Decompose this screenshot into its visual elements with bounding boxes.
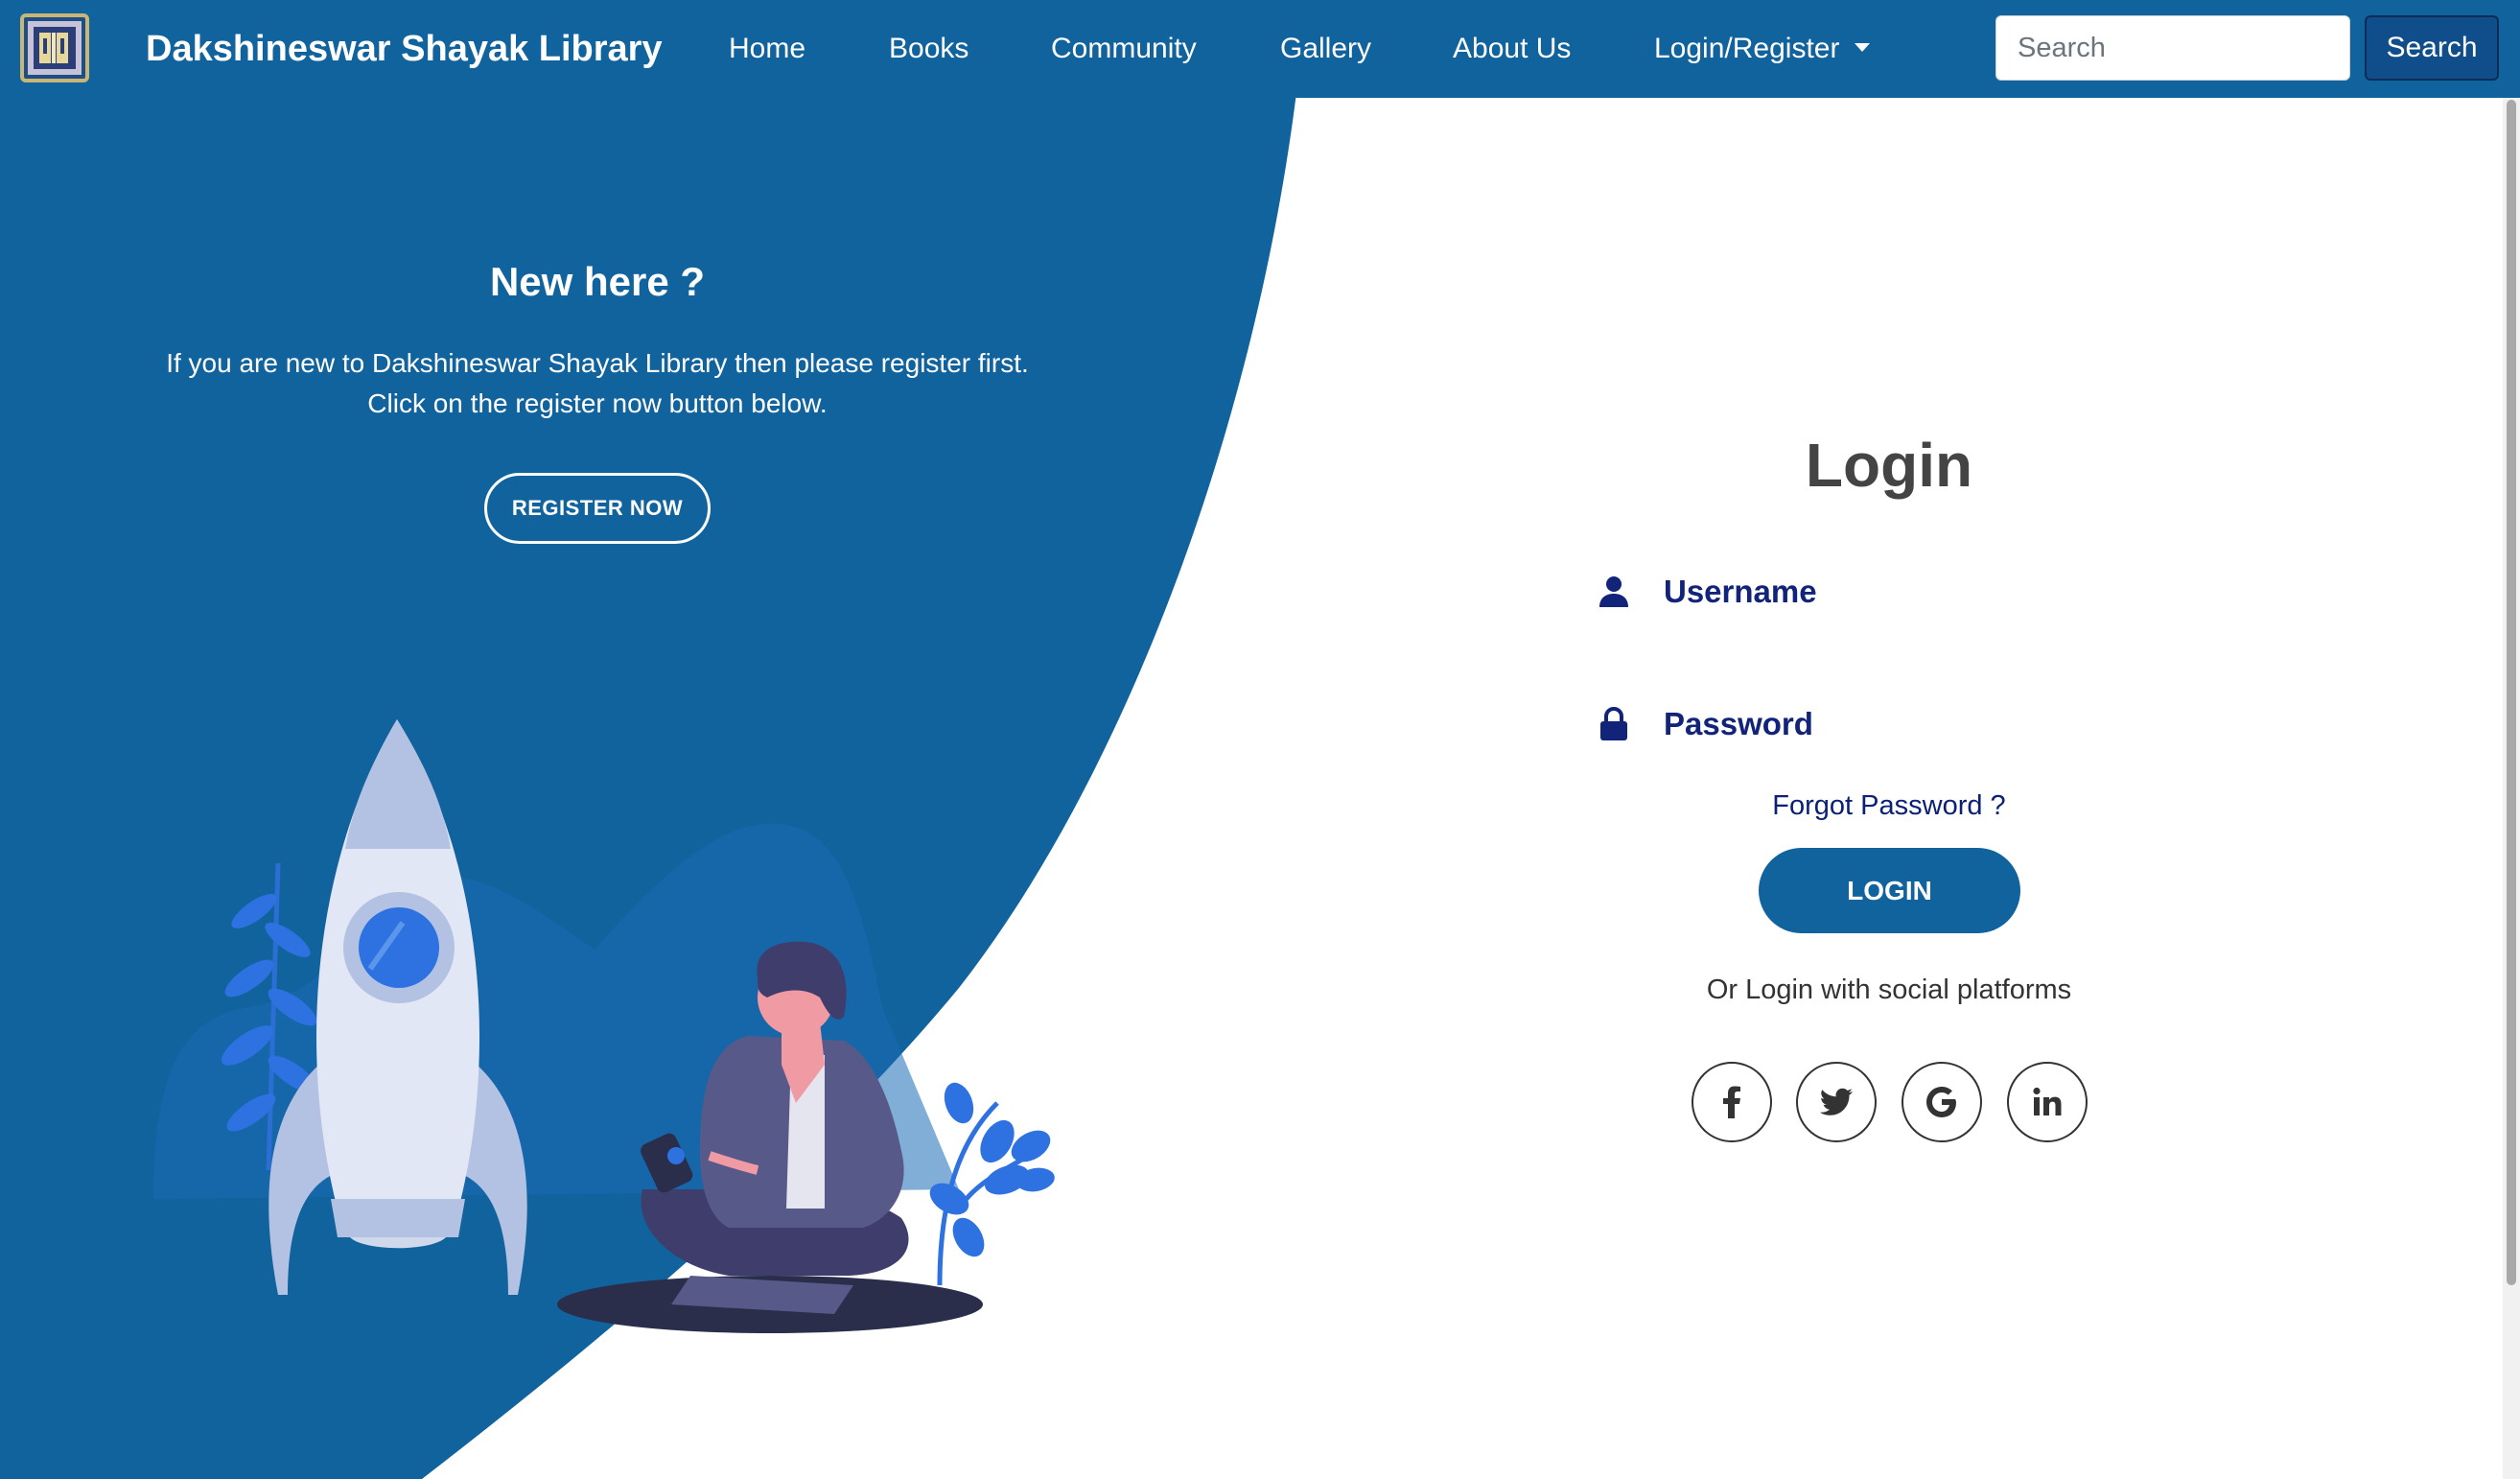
social-login-text: Or Login with social platforms xyxy=(1706,974,2072,1005)
login-page: Dakshineswar Shayak Library Home Books C… xyxy=(0,0,2520,1479)
nav-link-about-us[interactable]: About Us xyxy=(1453,25,1571,73)
book-logo-icon xyxy=(28,21,82,75)
facebook-login-button[interactable] xyxy=(1692,1062,1772,1142)
twitter-login-button[interactable] xyxy=(1796,1062,1877,1142)
google-login-button[interactable] xyxy=(1902,1062,1982,1142)
library-logo[interactable] xyxy=(20,13,89,82)
nav-dropdown-login-register[interactable]: Login/Register xyxy=(1654,25,1871,73)
search-input[interactable] xyxy=(1995,15,2350,81)
caret-down-icon xyxy=(1855,43,1871,52)
new-here-title: New here ? xyxy=(489,259,706,304)
register-now-button[interactable]: REGISTER NOW xyxy=(484,473,711,544)
google-icon xyxy=(1926,1087,1956,1117)
username-field[interactable] xyxy=(1597,558,2172,625)
username-input[interactable] xyxy=(1664,558,2162,625)
brand-name[interactable]: Dakshineswar Shayak Library xyxy=(146,25,663,73)
nav-link-gallery[interactable]: Gallery xyxy=(1280,25,1371,73)
top-navbar: Dakshineswar Shayak Library Home Books C… xyxy=(0,0,2520,98)
search-button[interactable]: Search xyxy=(2365,15,2499,81)
lock-icon xyxy=(1600,707,1627,740)
password-field[interactable] xyxy=(1597,691,2172,758)
linkedin-login-button[interactable] xyxy=(2007,1062,2088,1142)
nav-link-community[interactable]: Community xyxy=(1051,25,1197,73)
page-scrollbar[interactable] xyxy=(2503,98,2520,1479)
login-button[interactable]: LOGIN xyxy=(1759,848,2020,933)
user-icon xyxy=(1599,576,1628,607)
linkedin-icon xyxy=(2033,1087,2062,1115)
new-here-description: If you are new to Dakshineswar Shayak Li… xyxy=(118,343,1077,424)
password-input[interactable] xyxy=(1664,691,2162,758)
scrollbar-thumb[interactable] xyxy=(2507,100,2516,1285)
nav-dropdown-label: Login/Register xyxy=(1654,33,1840,64)
description-line-1: If you are new to Dakshineswar Shayak Li… xyxy=(166,348,1029,378)
twitter-icon xyxy=(1819,1088,1853,1115)
description-line-2: Click on the register now button below. xyxy=(367,388,828,418)
forgot-password-link[interactable]: Forgot Password ? xyxy=(1697,790,2081,822)
nav-link-home[interactable]: Home xyxy=(729,25,805,73)
facebook-icon xyxy=(1723,1086,1740,1118)
nav-link-books[interactable]: Books xyxy=(889,25,968,73)
login-title: Login xyxy=(1805,431,1973,500)
